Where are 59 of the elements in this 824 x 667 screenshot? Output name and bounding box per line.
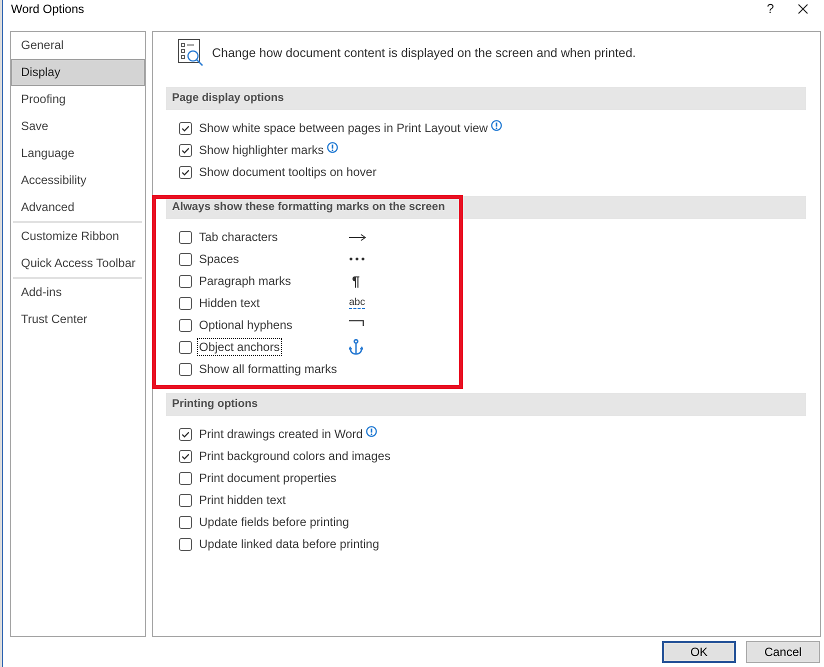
cancel-button[interactable]: Cancel [746, 641, 820, 663]
checkbox[interactable] [179, 538, 192, 550]
three-dots-icon [349, 257, 365, 261]
option-label: Show highlighter marks [198, 142, 325, 159]
sidebar-item[interactable]: Proofing [11, 86, 145, 113]
help-button[interactable]: ? [766, 2, 774, 16]
checkbox[interactable] [179, 450, 192, 462]
pilcrow-symbol: ¶ [352, 273, 360, 289]
checkbox[interactable] [179, 516, 192, 528]
checkbox[interactable] [179, 230, 192, 244]
hidden-text-sample: abc [349, 297, 366, 309]
checkbox[interactable] [179, 494, 192, 506]
option-label: Hidden text [198, 295, 261, 312]
option-label: Tab characters [198, 229, 279, 246]
checkbox[interactable] [179, 362, 192, 376]
close-icon[interactable] [798, 4, 808, 14]
sidebar-item[interactable]: Language [11, 140, 145, 167]
ok-button[interactable]: OK [662, 641, 736, 663]
sidebar-item[interactable]: Advanced [11, 194, 145, 221]
checkbox[interactable] [179, 274, 192, 288]
checkbox[interactable] [179, 252, 192, 266]
option-label: Paragraph marks [198, 273, 292, 290]
arrow-icon [349, 234, 366, 240]
option-label: Print background colors and images [198, 448, 392, 465]
checkbox[interactable] [179, 472, 192, 484]
checkbox[interactable] [179, 144, 192, 156]
page-description: Change how document content is displayed on the screen and when printed. [212, 46, 636, 60]
checkbox[interactable] [179, 318, 192, 332]
sidebar-item[interactable]: Accessibility [11, 167, 145, 194]
checkbox[interactable] [179, 122, 192, 134]
option-label: Print hidden text [198, 492, 287, 509]
sidebar-item[interactable]: Customize Ribbon [11, 223, 145, 250]
anchor-icon [349, 339, 363, 355]
option-label: Optional hyphens [198, 317, 294, 334]
option-label: Show white space between pages in Print Layout view [198, 120, 489, 137]
window-title: Word Options [11, 2, 84, 16]
checkbox[interactable] [179, 296, 192, 310]
section-header: Always show these formatting marks on the screen [166, 196, 806, 219]
section-header: Page display options [166, 87, 806, 110]
sidebar-item[interactable]: General [11, 32, 145, 59]
not-sign-icon [349, 320, 364, 326]
option-label: Show all formatting marks [198, 361, 338, 378]
sidebar-item[interactable]: Save [11, 113, 145, 140]
option-label: Update linked data before printing [198, 536, 380, 553]
option-label: Print document properties [198, 470, 338, 487]
checkbox[interactable] [179, 166, 192, 178]
option-label: Update fields before printing [198, 514, 350, 531]
option-label: Object anchors [197, 338, 282, 356]
option-label: Spaces [198, 251, 240, 268]
option-label: Print drawings created in Word [198, 426, 364, 443]
option-label: Show document tooltips on hover [198, 164, 378, 181]
sidebar-item[interactable]: Quick Access Toolbar [11, 250, 145, 277]
checkbox[interactable] [179, 428, 192, 440]
document-magnifier-icon [178, 39, 206, 67]
sidebar-item[interactable]: Trust Center [11, 306, 145, 333]
sidebar-item[interactable]: Display [11, 59, 145, 86]
checkbox[interactable] [179, 340, 192, 354]
section-header: Printing options [166, 393, 806, 416]
sidebar-item[interactable]: Add-ins [11, 279, 145, 306]
